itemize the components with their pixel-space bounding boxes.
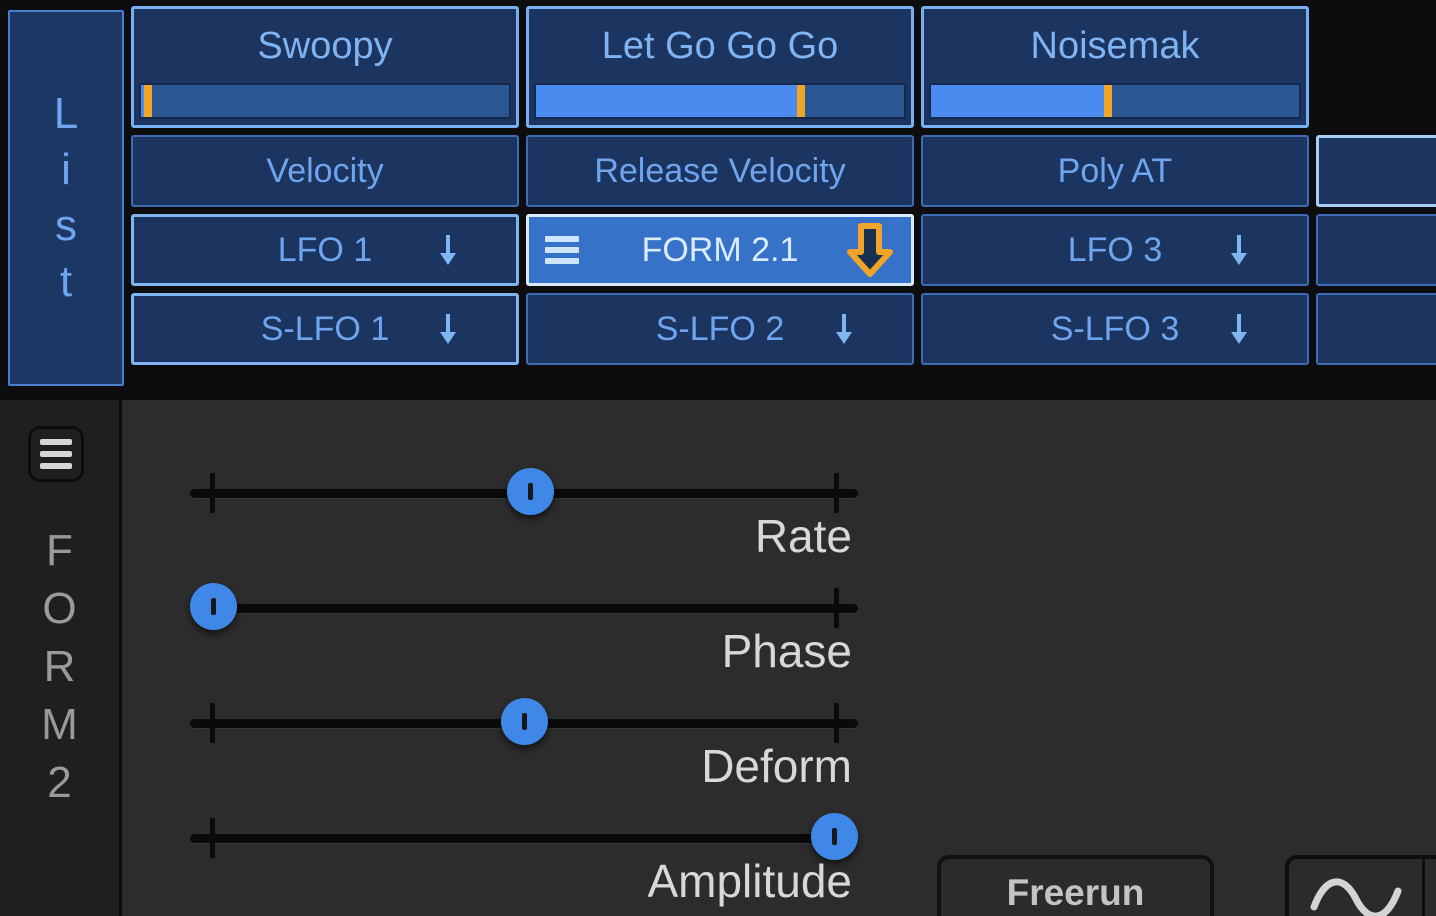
hamburger-icon[interactable] <box>545 236 579 264</box>
slider-group: Rate Phase Deform Amplitude <box>122 400 912 916</box>
mod-slot-s-lfo-3[interactable]: S-LFO 3 <box>921 293 1309 365</box>
slider-tick-left <box>210 703 215 743</box>
form-editor-panel: F O R M 2 Rate Phase Deform Amplitude Fr… <box>0 400 1436 916</box>
mod-slot-cell[interactable] <box>1316 293 1436 365</box>
preset-slot-1[interactable]: Swoopy <box>131 6 519 128</box>
slider-phase[interactable]: Phase <box>122 529 912 677</box>
preset-cell[interactable]: Swoopy <box>131 6 519 128</box>
mod-slot-s-lfo-2[interactable]: S-LFO 2 <box>526 293 914 365</box>
plugin-window: L i s t Swoopy Let Go Go Go Noisemak Vel… <box>0 0 1436 916</box>
list-rail[interactable]: L i s t <box>8 10 124 386</box>
preset-bar-marker <box>144 85 153 117</box>
preset-bar-fill <box>931 85 1108 117</box>
slider-thumb[interactable] <box>190 583 237 630</box>
source-cell[interactable]: Ch <box>1316 135 1436 207</box>
source-label: Release Velocity <box>594 151 846 190</box>
waveform-sine[interactable] <box>1289 859 1425 916</box>
down-arrow-icon[interactable] <box>1227 235 1251 265</box>
slider-thumb[interactable] <box>500 698 548 745</box>
mod-slot-cell[interactable] <box>1316 214 1436 286</box>
source-cell[interactable]: Release Velocity <box>526 135 914 207</box>
source-button-poly-at[interactable]: Poly AT <box>921 135 1309 207</box>
mod-slot-empty[interactable] <box>1316 293 1436 365</box>
down-arrow-icon[interactable] <box>436 235 460 265</box>
mod-slot-form-2-1[interactable]: FORM 2.1 <box>526 214 914 286</box>
waveform-selector-grid <box>1285 855 1436 916</box>
mod-slot-lfo-1[interactable]: LFO 1 <box>131 214 519 286</box>
preset-bar-marker <box>796 85 805 117</box>
modulation-matrix-panel: L i s t Swoopy Let Go Go Go Noisemak Vel… <box>0 0 1436 400</box>
mod-slot-label: S-LFO 2 <box>655 309 785 348</box>
source-cell[interactable]: Velocity <box>131 135 519 207</box>
form-rail: F O R M 2 <box>0 400 122 916</box>
down-arrow-icon[interactable] <box>1227 314 1251 344</box>
preset-cell[interactable]: Noisemak <box>921 6 1309 128</box>
preset-bar-fill <box>536 85 801 117</box>
slider-tick-right <box>834 473 839 513</box>
mod-slot-label: S-LFO 1 <box>260 309 390 348</box>
hamburger-icon[interactable] <box>28 426 84 482</box>
slider-deform[interactable]: Deform <box>122 644 912 792</box>
slider-track-area[interactable] <box>122 698 862 745</box>
mod-slot-empty[interactable] <box>1316 214 1436 286</box>
mod-slot-label: FORM 2.1 <box>641 230 799 269</box>
mod-slot-s-lfo-1[interactable]: S-LFO 1 <box>131 293 519 365</box>
mod-slot-row-2: S-LFO 1 S-LFO 2 S-LFO 3 <box>131 293 1436 365</box>
slider-track-area[interactable] <box>122 813 862 860</box>
mod-slot-label: LFO 3 <box>1067 230 1163 269</box>
mod-slot-cell[interactable]: S-LFO 3 <box>921 293 1309 365</box>
slider-tick-left <box>210 818 215 858</box>
preset-name: Swoopy <box>257 24 393 67</box>
mod-slot-label: LFO 1 <box>277 230 373 269</box>
mod-slot-cell[interactable]: S-LFO 1 <box>131 293 519 365</box>
source-button-release-velocity[interactable]: Release Velocity <box>526 135 914 207</box>
down-arrow-icon[interactable] <box>847 223 893 277</box>
slider-amplitude[interactable]: Amplitude <box>122 759 912 907</box>
mod-slot-label: S-LFO 3 <box>1050 309 1180 348</box>
list-rail-label: L i s t <box>53 89 79 306</box>
preset-name: Let Go Go Go <box>601 24 839 67</box>
preset-bar[interactable] <box>929 83 1301 119</box>
slider-rate[interactable]: Rate <box>122 414 912 562</box>
source-button-ch[interactable]: Ch <box>1316 135 1436 207</box>
mod-slot-cell[interactable]: LFO 1 <box>131 214 519 286</box>
slider-thumb[interactable] <box>506 468 554 515</box>
source-button-velocity[interactable]: Velocity <box>131 135 519 207</box>
preset-bar[interactable] <box>139 83 511 119</box>
preset-slot-3[interactable]: Noisemak <box>921 6 1309 128</box>
slider-track[interactable] <box>190 604 858 613</box>
waveform-col2-1[interactable] <box>1425 859 1436 916</box>
mod-slot-cell[interactable]: S-LFO 2 <box>526 293 914 365</box>
down-arrow-icon[interactable] <box>832 314 856 344</box>
slider-tick-right <box>834 588 839 628</box>
sine-wave-icon <box>1308 873 1404 916</box>
preset-bar[interactable] <box>534 83 906 119</box>
mod-slot-cell[interactable]: FORM 2.1 <box>526 214 914 286</box>
form-rail-label: F O R M 2 <box>41 526 78 807</box>
preset-bar-marker <box>1103 85 1112 117</box>
slider-track-area[interactable] <box>122 468 862 515</box>
slider-tick-right <box>834 703 839 743</box>
trigger-mode-freerun[interactable]: Freerun <box>941 859 1210 916</box>
matrix-grid: Swoopy Let Go Go Go Noisemak Velocity Re… <box>131 6 1436 372</box>
preset-slot-2[interactable]: Let Go Go Go <box>526 6 914 128</box>
preset-row: Swoopy Let Go Go Go Noisemak <box>131 6 1436 128</box>
slider-thumb[interactable] <box>811 813 858 860</box>
preset-name: Noisemak <box>1030 24 1200 67</box>
down-arrow-icon[interactable] <box>436 314 460 344</box>
slider-track-area[interactable] <box>122 583 862 630</box>
source-cell[interactable]: Poly AT <box>921 135 1309 207</box>
mod-slot-row-1: LFO 1 FORM 2.1 LFO 3 <box>131 214 1436 286</box>
preset-cell[interactable]: Let Go Go Go <box>526 6 914 128</box>
slider-tick-left <box>210 473 215 513</box>
slider-track[interactable] <box>190 834 858 843</box>
mod-slot-lfo-3[interactable]: LFO 3 <box>921 214 1309 286</box>
source-label: Velocity <box>266 151 384 190</box>
trigger-mode-group: Freerun Keytrigger Random <box>937 855 1214 916</box>
source-row: Velocity Release Velocity Poly AT Ch <box>131 135 1436 207</box>
slider-label: Amplitude <box>647 855 852 907</box>
source-label: Poly AT <box>1057 151 1173 190</box>
mod-slot-cell[interactable]: LFO 3 <box>921 214 1309 286</box>
